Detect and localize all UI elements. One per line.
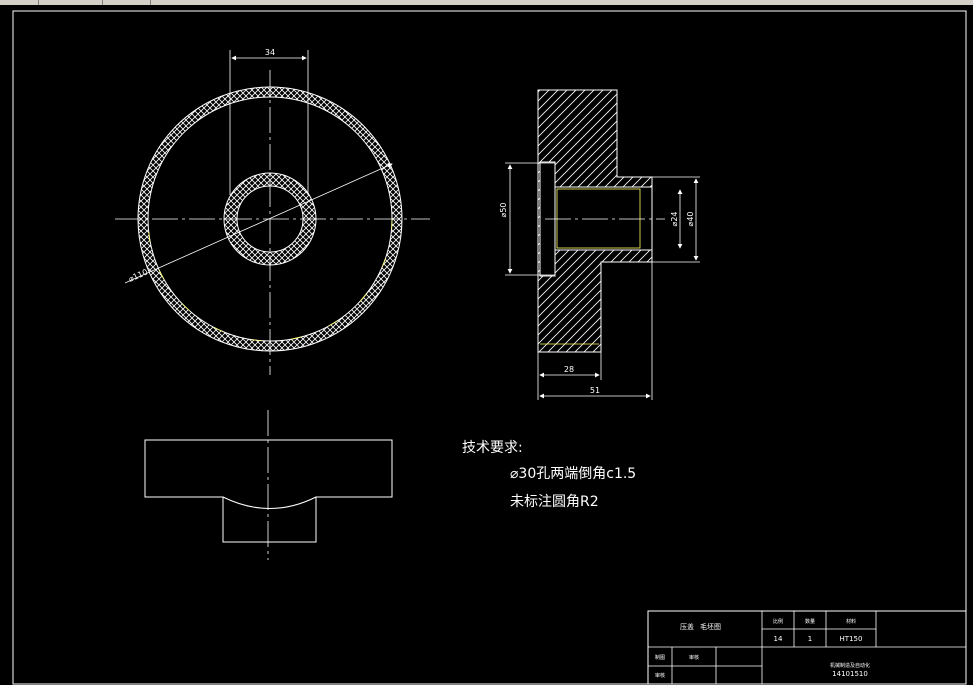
dim-dia-24: ⌀24 [670, 212, 679, 227]
note-fillet: 未标注圆角R2 [510, 494, 599, 510]
dim-len-51: 51 [590, 386, 600, 395]
notes-heading: 技术要求: [462, 440, 523, 456]
front-outline [144, 439, 393, 543]
dim-dia-50: ⌀50 [499, 203, 508, 218]
drawing-type: 毛坯图 [700, 622, 721, 631]
qty-label: 数量 [805, 618, 815, 625]
dim-dia-110: ⌀110 [127, 267, 149, 283]
drawing-frame [12, 10, 967, 685]
dim-width-34: 34 [265, 48, 275, 57]
technical-notes: 技术要求: ⌀30孔两端倒角c1.5 未标注圆角R2 [462, 440, 636, 510]
checked-by-label: 审核 [689, 654, 699, 661]
front-view [144, 410, 393, 560]
top-view: 34 ⌀110 [115, 48, 430, 375]
title-block: 压盖 毛坯图 比例 数量 材料 14 1 HT150 制图 审核 审核 机械制造… [647, 610, 967, 685]
cad-drawing-canvas[interactable]: 34 ⌀110 ⌀50 ⌀24 ⌀40 28 51 技术要求: ⌀30孔两端倒角… [0, 0, 973, 685]
school-name: 机械制造及自动化 [830, 662, 870, 669]
scale-value: 14 [774, 635, 783, 643]
note-chamfer: ⌀30孔两端倒角c1.5 [510, 466, 636, 482]
material-label: 材料 [846, 618, 856, 625]
qty-value: 1 [808, 635, 812, 643]
drawing-number: 14101510 [832, 670, 868, 678]
material-value: HT150 [840, 635, 863, 643]
section-view: ⌀50 ⌀24 ⌀40 28 51 [499, 89, 700, 400]
fillet-curve [222, 496, 317, 509]
drawn-by-label: 制图 [655, 654, 665, 661]
part-name: 压盖 [680, 622, 694, 631]
scale-label: 比例 [773, 618, 783, 625]
dim-len-28: 28 [564, 365, 574, 374]
dim-dia-40: ⌀40 [686, 212, 695, 227]
bore [554, 186, 653, 251]
reviewer-label: 审核 [655, 672, 665, 679]
